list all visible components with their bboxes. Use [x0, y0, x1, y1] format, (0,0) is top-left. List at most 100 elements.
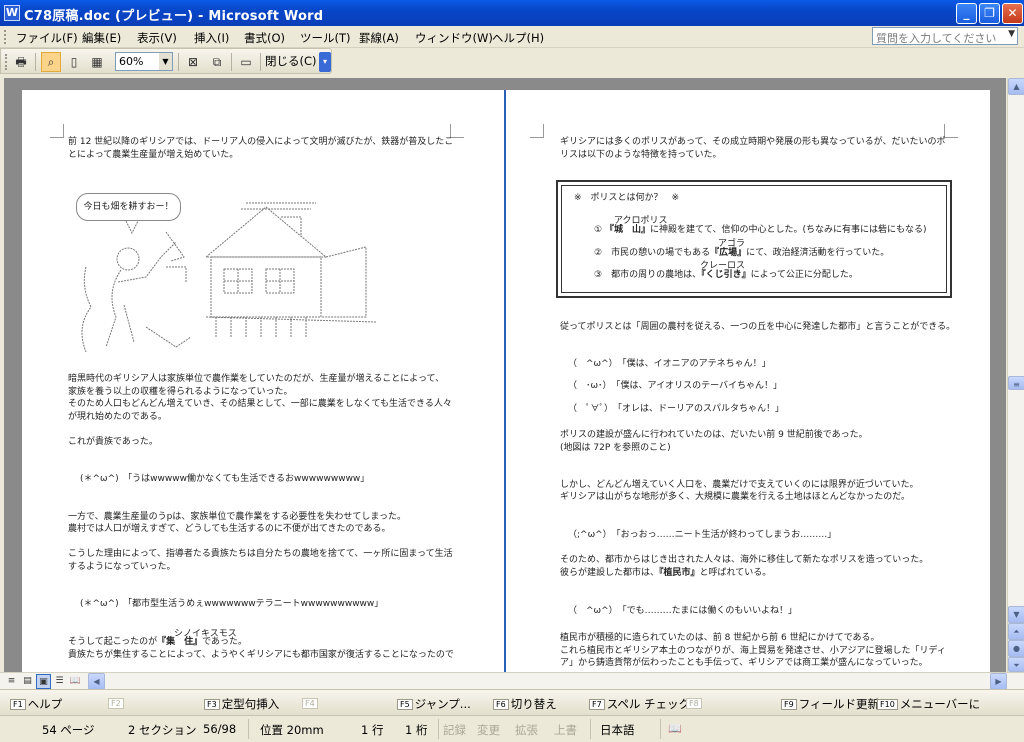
print-preview-area[interactable]: 前 12 世紀以降のギリシアでは、ドーリア人の侵入によって文明が滅びたが、鉄器が… — [4, 78, 1006, 672]
ask-dropdown-icon[interactable]: ▼ — [1008, 29, 1015, 39]
print-layout-view-icon[interactable]: ▣ — [36, 674, 51, 689]
item3-keyword: 『くじ引き』 — [701, 270, 751, 280]
menu-view[interactable]: 表示(V) — [137, 30, 177, 46]
scroll-right-icon[interactable]: ▶ — [990, 673, 1007, 690]
magnifier-icon[interactable]: ⌕ — [41, 52, 61, 72]
view-ruler-icon[interactable]: ⊠ — [183, 52, 203, 72]
fkey-f3[interactable]: F3 定型句挿入 — [204, 696, 279, 712]
vertical-scrollbar[interactable]: ▲ ≡ ▼ ⏶ ● ⏷ — [1007, 78, 1024, 672]
print-preview-toolbar: 🖶 ⌕ ▯ ▦ 60% ▼ ⊠ ⧉ ▭ 閉じる(C) ▾ — [0, 48, 332, 74]
scroll-down-icon[interactable]: ▼ — [1008, 606, 1024, 623]
right-p6-line2: これら植民市とギリシア本土のつながりが、海上貿易を発達させ、小アジアに登場した「… — [560, 646, 946, 656]
status-separator — [438, 719, 439, 739]
status-language: 日本語 — [600, 723, 635, 737]
fkey-f10[interactable]: F10 メニューバーに — [877, 696, 980, 712]
left-p2-line1: 暗黒時代のギリシア人は家族単位で農作業をしていたのだが、生産量が増えることによっ… — [68, 374, 445, 384]
close-preview-button[interactable]: 閉じる(C) — [265, 53, 317, 69]
item2-text: にて、政治経済活動を行っていた。 — [746, 248, 890, 258]
right-p6-line1: 植民市が積極的に造られていたのは、前 8 世紀から前 6 世紀にかけてである。 — [560, 633, 880, 643]
browse-object-icon[interactable]: ● — [1008, 640, 1024, 657]
close-window-button[interactable]: ✕ — [1002, 3, 1023, 24]
web-layout-view-icon[interactable]: ▤ — [20, 674, 35, 689]
fkey-f6[interactable]: F6 切り替え — [493, 696, 557, 712]
left-p3: これが貴族であった。 — [68, 437, 158, 447]
fkey-f7[interactable]: F7 スペル チェック... — [589, 696, 701, 712]
item3-text: によって公正に分配した。 — [750, 270, 858, 280]
horizontal-scrollbar[interactable]: ≡ ▤ ▣ ☰ 📖 ◀ ▶ — [0, 672, 1024, 690]
fkey-f10-label: メニューバーに — [899, 697, 981, 711]
menu-file[interactable]: ファイル(F) — [16, 30, 78, 46]
left-p6-text-c: であった。 — [202, 637, 248, 647]
previous-page-icon[interactable]: ⏶ — [1008, 623, 1024, 640]
menubar-grip[interactable] — [4, 30, 7, 44]
full-screen-icon[interactable]: ▭ — [236, 52, 256, 72]
fkey-f3-label: 定型句挿入 — [221, 697, 280, 711]
zoom-value: 60% — [119, 55, 144, 68]
status-column: 1 桁 — [405, 723, 428, 737]
toolbar-grip[interactable] — [5, 54, 8, 70]
right-p5-line1: そのため、都市からはじき出された人々は、海外に移住して新たなポリスを造っていった… — [560, 555, 929, 565]
right-quote-neet: （;^ω^） 「おっおっ……ニート生活が終わってしまうお………」 — [568, 530, 837, 540]
zoom-select[interactable]: 60% ▼ — [115, 52, 173, 71]
right-intro-line2: リスは以下のような特徴を持っていた。 — [560, 150, 722, 160]
fkey-f5[interactable]: F5 ジャンプ... — [397, 696, 471, 712]
toolbar-options-icon[interactable]: ▾ — [319, 52, 331, 72]
toolbar-separator — [178, 53, 179, 71]
print-icon[interactable]: 🖶 — [11, 52, 31, 72]
status-trk[interactable]: 変更 — [477, 722, 500, 738]
fkey-f9[interactable]: F9 フィールド更新 — [781, 696, 879, 712]
outline-view-icon[interactable]: ☰ — [52, 674, 67, 689]
fkey-f6-label: 切り替え — [510, 697, 557, 711]
title-bar: W C78原稿.doc (プレビュー) - Microsoft Word _ ❐… — [0, 0, 1024, 26]
left-p4-line1: 一方で、農業生産量のうpは、家族単位で農作業をする必要性を失わせてしまった。 — [68, 512, 406, 522]
left-p5-line1: こうした理由によって、指導者たる貴族たちは自分たちの農地を捨てて、一ヶ所に固まっ… — [68, 549, 453, 559]
right-intro-line1: ギリシアには多くのポリスがあって、その成立時期や発展の形も異なっているが、だいた… — [560, 137, 946, 147]
next-page-icon[interactable]: ⏷ — [1008, 657, 1024, 672]
polis-item-2: ② 市民の憩いの場でもある『広場』にて、政治経済活動を行っていた。 — [594, 247, 889, 260]
fkey-f4[interactable]: F4 — [302, 696, 320, 710]
menu-table[interactable]: 罫線(A) — [359, 30, 399, 46]
multiple-pages-icon[interactable]: ▦ — [87, 52, 107, 72]
fkey-f8[interactable]: F8 — [686, 696, 704, 710]
fkey-f2[interactable]: F2 — [108, 696, 126, 710]
status-rec[interactable]: 記録 — [443, 722, 466, 738]
item1-text: に神殿を建てて、信仰の中心とした。(ちなみに有事には砦にもなる) — [649, 225, 927, 235]
scroll-left-icon[interactable]: ◀ — [88, 673, 105, 690]
item3-text-pre: ③ 都市の周りの農地は、 — [594, 270, 702, 280]
word-app-icon[interactable]: W — [4, 5, 20, 21]
minimize-button[interactable]: _ — [956, 3, 977, 24]
right-quote-sparta: （ ﾟ∀ﾟ） 「オレは、ドーリアのスパルタちゃん！」 — [568, 404, 785, 414]
menu-insert[interactable]: 挿入(I) — [194, 30, 229, 46]
fkey-f1[interactable]: F1 ヘルプ — [10, 696, 62, 712]
fkey-f9-label: フィールド更新 — [798, 697, 879, 711]
item1-keyword: 『城 山』 — [604, 225, 650, 235]
right-quote-work: （ ^ω^） 「でも………たまには働くのもいいよね！」 — [568, 606, 797, 616]
normal-view-icon[interactable]: ≡ — [4, 674, 19, 689]
menu-format[interactable]: 書式(O) — [244, 30, 285, 46]
window-title: C78原稿.doc (プレビュー) - Microsoft Word — [24, 9, 324, 24]
menu-help[interactable]: ヘルプ(H) — [492, 30, 544, 46]
ascii-art-farmer: 今日も畑を耕すおー！ — [66, 187, 376, 357]
crop-mark — [944, 124, 958, 138]
zoom-dropdown-icon[interactable]: ▼ — [159, 53, 172, 70]
fkey-f10-key: F10 — [877, 699, 898, 710]
page-right: ギリシアには多くのポリスがあって、その成立時期や発展の形も異なっているが、だいた… — [506, 90, 990, 672]
one-page-icon[interactable]: ▯ — [64, 52, 84, 72]
shrink-to-fit-icon[interactable]: ⧉ — [207, 52, 227, 72]
reading-layout-view-icon[interactable]: 📖 — [68, 674, 83, 689]
fkey-f5-label: ジャンプ... — [414, 697, 471, 711]
menu-edit[interactable]: 編集(E) — [82, 30, 121, 46]
ask-question-box[interactable]: 質問を入力してください ▼ — [872, 27, 1018, 45]
menu-tools[interactable]: ツール(T) — [300, 30, 351, 46]
scroll-thumb[interactable]: ≡ — [1008, 376, 1024, 390]
menu-window[interactable]: ウィンドウ(W) — [415, 30, 493, 46]
restore-button[interactable]: ❐ — [979, 3, 1000, 24]
fkey-f9-key: F9 — [781, 699, 797, 710]
scroll-up-icon[interactable]: ▲ — [1008, 78, 1024, 95]
left-intro-line2: とによって農業生産量が増え始めていた。 — [68, 150, 239, 160]
spelling-status-icon[interactable]: 📖 — [668, 722, 682, 735]
status-ovr[interactable]: 上書 — [554, 722, 577, 738]
status-ext[interactable]: 拡張 — [515, 722, 538, 738]
polis-definition-box: ※ ポリスとは何か？ ※ アクロポリス ① 『城 山』に神殿を建てて、信仰の中心… — [556, 180, 952, 298]
left-intro-line1: 前 12 世紀以降のギリシアでは、ドーリア人の侵入によって文明が滅びたが、鉄器が… — [68, 137, 454, 147]
